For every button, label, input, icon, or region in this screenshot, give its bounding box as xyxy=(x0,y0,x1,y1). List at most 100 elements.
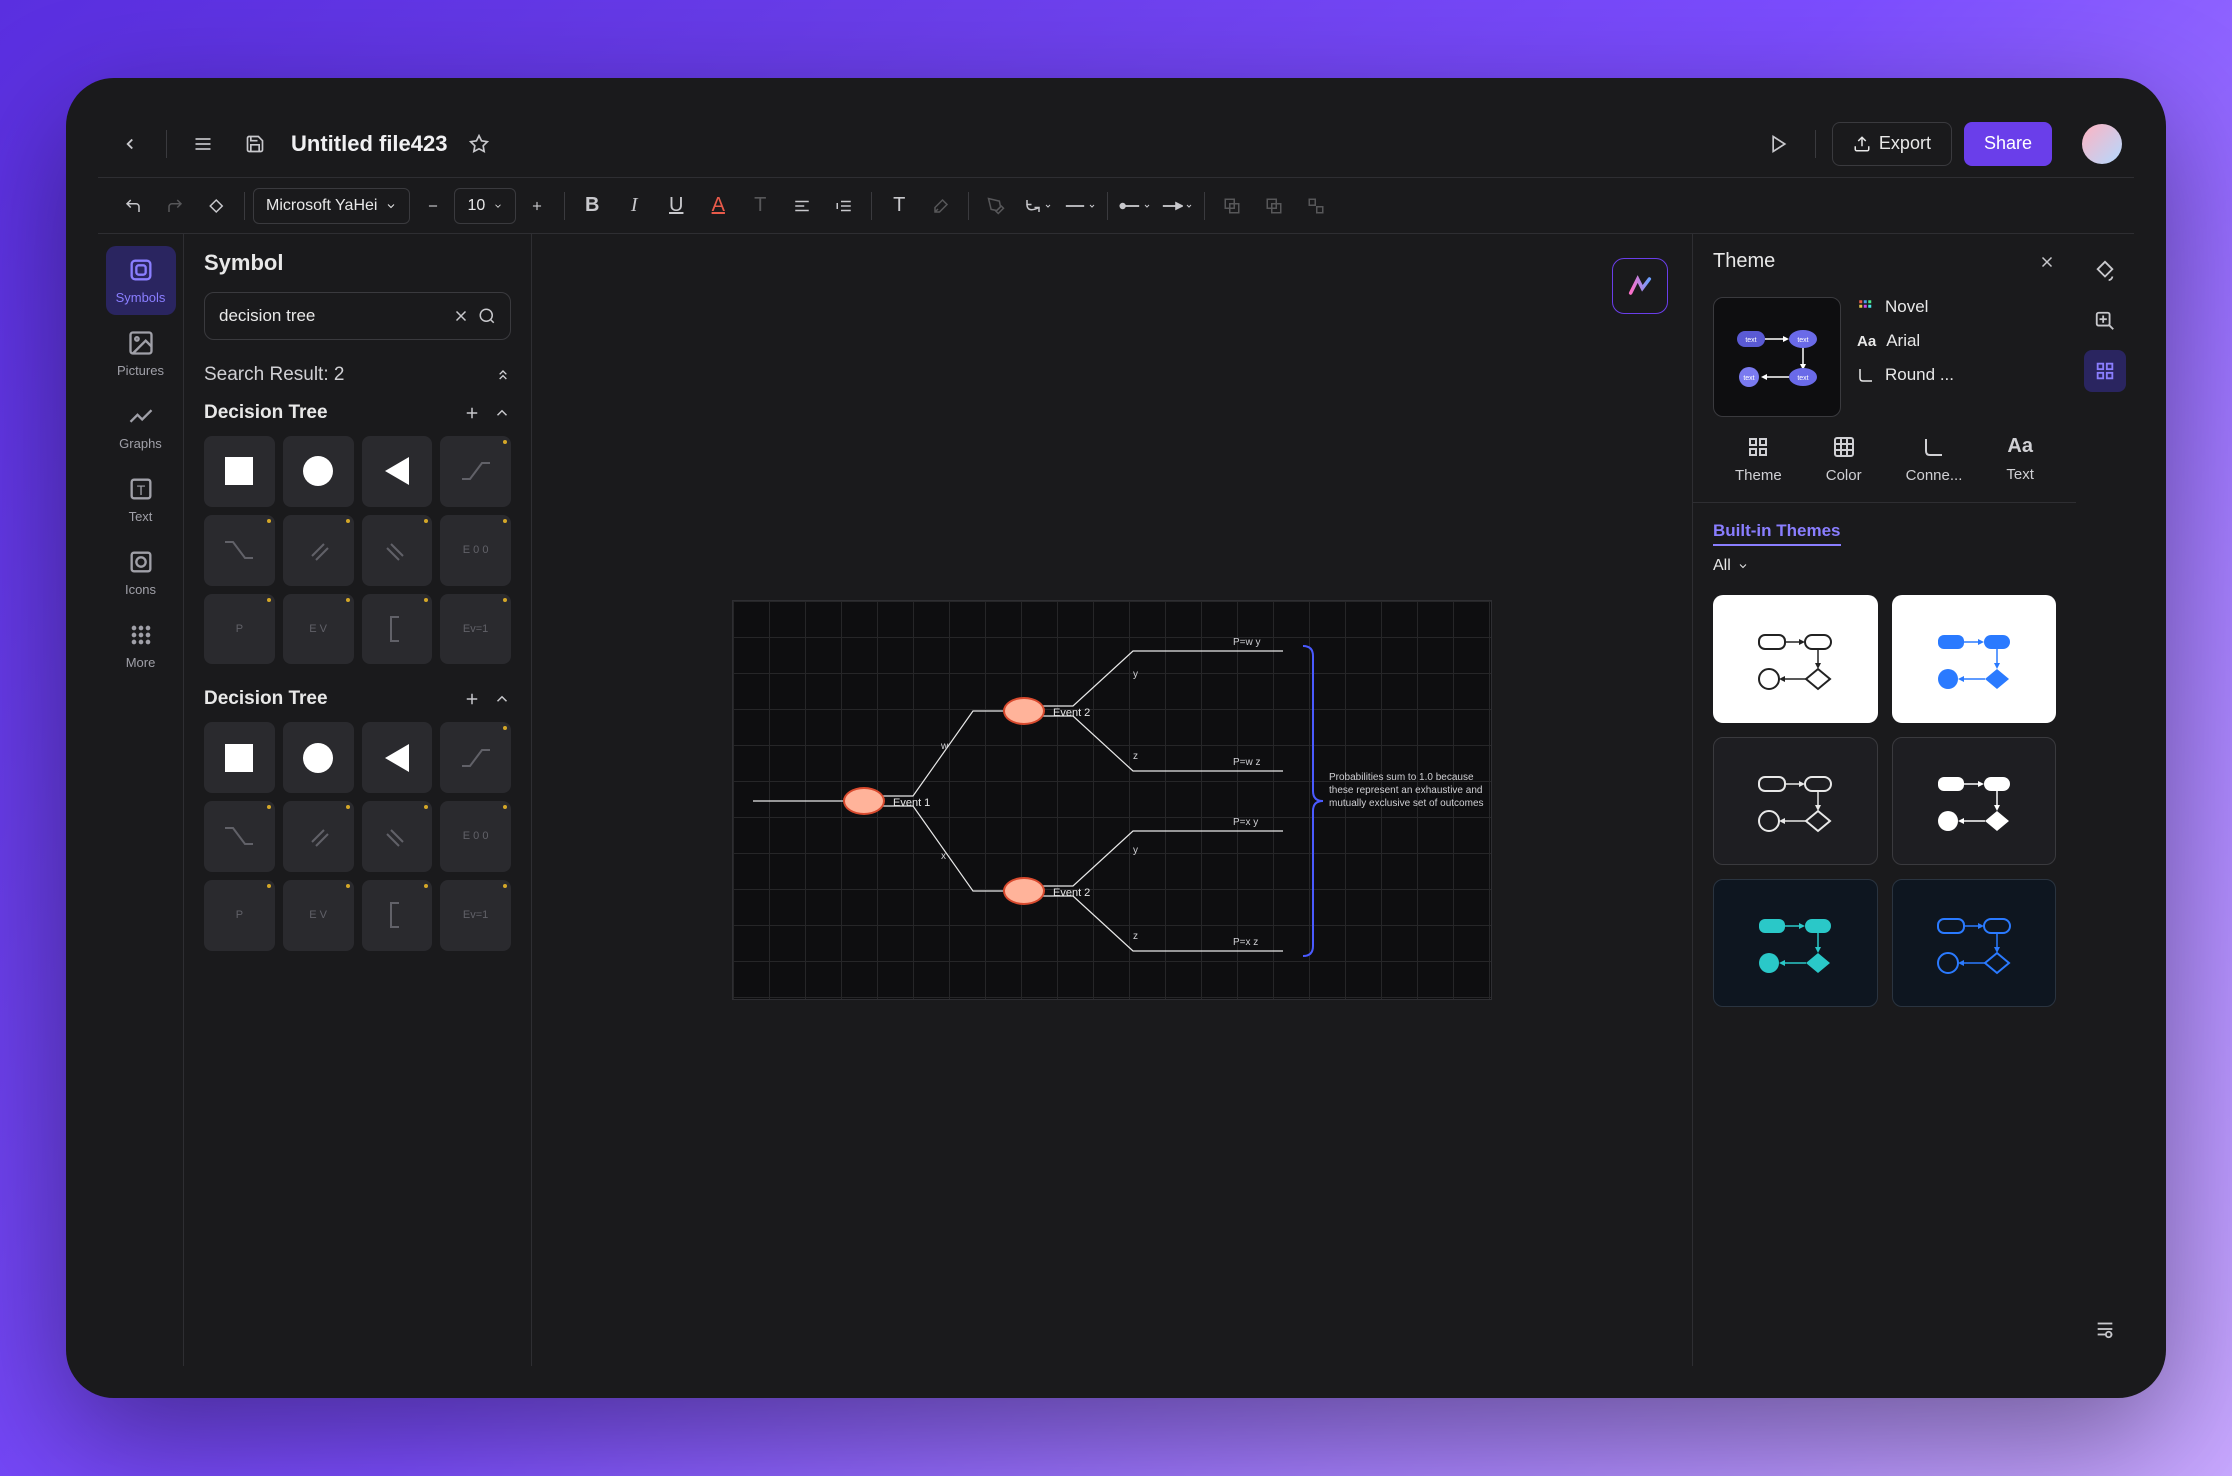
shape-label-1[interactable]: E 0 0 xyxy=(440,515,511,586)
shape-label-ev2[interactable]: Ev=1 xyxy=(440,594,511,665)
font-size-decrease[interactable] xyxy=(414,187,452,225)
connector-button[interactable] xyxy=(1019,187,1057,225)
shape-connector-2[interactable] xyxy=(204,515,275,586)
close-icon[interactable] xyxy=(2038,253,2056,271)
align-button[interactable] xyxy=(783,187,821,225)
shape-connector-4[interactable] xyxy=(362,801,433,872)
font-color-button[interactable]: A xyxy=(699,187,737,225)
format-painter-button[interactable] xyxy=(198,187,236,225)
symbol-search[interactable] xyxy=(204,292,511,340)
shape-connector-2[interactable] xyxy=(204,801,275,872)
shape-label-p[interactable]: P xyxy=(204,880,275,951)
shape-triangle[interactable] xyxy=(362,436,433,507)
theme-tab-text[interactable]: Aa Text xyxy=(2006,435,2034,484)
canvas-frame[interactable]: Event 1 Event 2 Event 2 w x y z y z P=w … xyxy=(732,600,1492,1000)
star-button[interactable] xyxy=(459,124,499,164)
underline-button[interactable]: U xyxy=(657,187,695,225)
shape-label-1[interactable]: E 0 0 xyxy=(440,801,511,872)
rail-more[interactable]: More xyxy=(106,611,176,680)
collapse-icon[interactable] xyxy=(493,404,511,422)
shape-circle[interactable] xyxy=(283,722,354,793)
pen-button[interactable] xyxy=(977,187,1015,225)
canvas[interactable]: Event 1 Event 2 Event 2 w x y z y z P=w … xyxy=(532,234,1692,1366)
text-tool[interactable]: T xyxy=(880,187,918,225)
theme-connector-row[interactable]: Round ... xyxy=(1857,365,1954,385)
theme-tab-connector[interactable]: Conne... xyxy=(1906,435,1963,484)
right-rail-settings[interactable] xyxy=(2084,1308,2126,1350)
highlight-button[interactable] xyxy=(922,187,960,225)
font-size-input[interactable]: 10 xyxy=(454,188,516,224)
collapse-icon[interactable] xyxy=(493,690,511,708)
font-family-select[interactable]: Microsoft YaHei xyxy=(253,188,410,224)
theme-tab-color[interactable]: Color xyxy=(1826,435,1862,484)
avatar[interactable] xyxy=(2082,124,2122,164)
right-rail-fill[interactable] xyxy=(2084,250,2126,292)
theme-card-3[interactable] xyxy=(1713,737,1878,865)
collapse-all-icon[interactable] xyxy=(495,367,511,383)
add-icon[interactable] xyxy=(463,690,481,708)
label-event1: Event 1 xyxy=(893,797,930,809)
node-event2b[interactable] xyxy=(1003,877,1045,905)
italic-button[interactable]: I xyxy=(615,187,653,225)
back-button[interactable] xyxy=(110,124,150,164)
shape-label-ev[interactable]: E V xyxy=(283,594,354,665)
arrow-end-button[interactable] xyxy=(1158,187,1196,225)
share-button[interactable]: Share xyxy=(1964,122,2052,166)
font-size-increase[interactable] xyxy=(518,187,556,225)
shape-label-p[interactable]: P xyxy=(204,594,275,665)
shape-bracket[interactable] xyxy=(362,594,433,665)
undo-button[interactable] xyxy=(114,187,152,225)
rail-pictures[interactable]: Pictures xyxy=(106,319,176,388)
theme-name-row[interactable]: Novel xyxy=(1857,297,1954,317)
theme-font-row[interactable]: Aa Arial xyxy=(1857,331,1954,351)
bold-button[interactable]: B xyxy=(573,187,611,225)
theme-card-5[interactable] xyxy=(1713,879,1878,1007)
line-height-button[interactable] xyxy=(825,187,863,225)
rail-symbols[interactable]: Symbols xyxy=(106,246,176,315)
node-event2a[interactable] xyxy=(1003,697,1045,725)
save-icon[interactable] xyxy=(235,124,275,164)
theme-card-4[interactable] xyxy=(1892,737,2057,865)
right-rail-theme[interactable] xyxy=(2084,350,2126,392)
export-button[interactable]: Export xyxy=(1832,122,1952,166)
redo-button[interactable] xyxy=(156,187,194,225)
search-icon[interactable] xyxy=(478,307,496,325)
group-button[interactable] xyxy=(1297,187,1335,225)
play-button[interactable] xyxy=(1759,124,1799,164)
shape-label-ev[interactable]: E V xyxy=(283,880,354,951)
theme-card-2[interactable] xyxy=(1892,595,2057,723)
shape-triangle[interactable] xyxy=(362,722,433,793)
rail-graphs[interactable]: Graphs xyxy=(106,392,176,461)
shape-square[interactable] xyxy=(204,722,275,793)
right-rail-insert[interactable] xyxy=(2084,300,2126,342)
rail-icons[interactable]: Icons xyxy=(106,538,176,607)
shape-label-ev2[interactable]: Ev=1 xyxy=(440,880,511,951)
shape-connector-3[interactable] xyxy=(283,801,354,872)
theme-filter-all[interactable]: All xyxy=(1693,545,2076,587)
shape-square[interactable] xyxy=(204,436,275,507)
line-style-button[interactable] xyxy=(1061,187,1099,225)
theme-card-1[interactable] xyxy=(1713,595,1878,723)
theme-card-6[interactable] xyxy=(1892,879,2057,1007)
node-event1[interactable] xyxy=(843,787,885,815)
rail-text[interactable]: T Text xyxy=(106,465,176,534)
shape-bracket[interactable] xyxy=(362,880,433,951)
shape-connector-1[interactable] xyxy=(440,436,511,507)
clear-icon[interactable] xyxy=(452,307,470,325)
theme-tab-theme[interactable]: Theme xyxy=(1735,435,1782,484)
shape-circle[interactable] xyxy=(283,436,354,507)
search-result-label: Search Result: 2 xyxy=(204,364,344,386)
menu-button[interactable] xyxy=(183,124,223,164)
label-event2b: Event 2 xyxy=(1053,887,1090,899)
shape-connector-1[interactable] xyxy=(440,722,511,793)
ai-assistant-button[interactable] xyxy=(1612,258,1668,314)
layer-back-button[interactable] xyxy=(1255,187,1293,225)
shape-connector-3[interactable] xyxy=(283,515,354,586)
add-icon[interactable] xyxy=(463,404,481,422)
arrow-start-button[interactable] xyxy=(1116,187,1154,225)
strike-button[interactable]: T xyxy=(741,187,779,225)
shape-connector-4[interactable] xyxy=(362,515,433,586)
layer-front-button[interactable] xyxy=(1213,187,1251,225)
document-title[interactable]: Untitled file423 xyxy=(291,131,447,157)
symbol-search-input[interactable] xyxy=(219,306,444,326)
